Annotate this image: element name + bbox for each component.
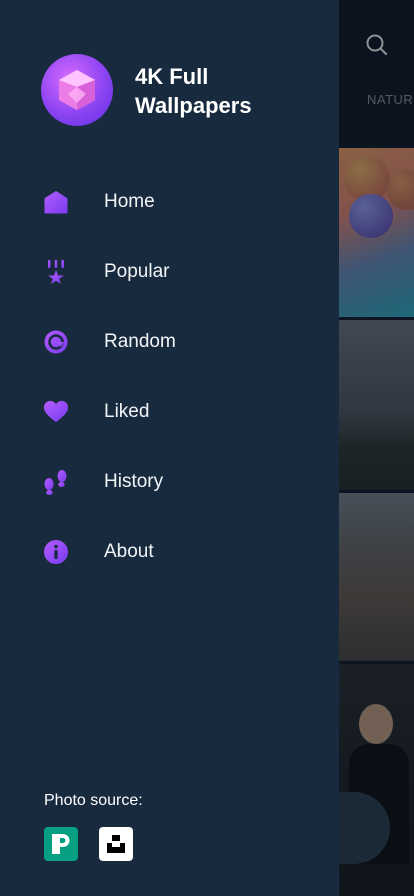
drawer-menu: Home Popular Random Liked History About bbox=[0, 167, 339, 587]
pexels-link[interactable] bbox=[44, 827, 78, 861]
menu-item-popular[interactable]: Popular bbox=[0, 237, 339, 307]
menu-item-history[interactable]: History bbox=[0, 447, 339, 517]
menu-item-label: About bbox=[104, 541, 154, 562]
unsplash-icon bbox=[107, 835, 125, 853]
footprints-icon bbox=[44, 470, 68, 495]
drawer-scrim[interactable] bbox=[339, 0, 414, 896]
navigation-drawer: 4K Full Wallpapers Home Popular Random L… bbox=[0, 0, 339, 896]
photo-source-label: Photo source: bbox=[44, 792, 143, 809]
gem-icon bbox=[59, 70, 95, 110]
menu-item-label: Random bbox=[104, 331, 176, 352]
pexels-icon bbox=[52, 834, 70, 854]
home-icon bbox=[44, 190, 68, 214]
menu-item-label: Liked bbox=[104, 401, 150, 422]
info-icon bbox=[44, 540, 68, 564]
popular-icon bbox=[44, 260, 68, 284]
menu-item-liked[interactable]: Liked bbox=[0, 377, 339, 447]
menu-item-label: History bbox=[104, 471, 164, 492]
app-logo bbox=[41, 54, 113, 126]
unsplash-link[interactable] bbox=[99, 827, 133, 861]
app-title: 4K Full Wallpapers bbox=[135, 64, 252, 118]
menu-item-label: Home bbox=[104, 191, 155, 212]
heart-icon bbox=[44, 400, 68, 424]
menu-item-label: Popular bbox=[104, 261, 170, 282]
menu-item-home[interactable]: Home bbox=[0, 167, 339, 237]
menu-item-random[interactable]: Random bbox=[0, 307, 339, 377]
menu-item-about[interactable]: About bbox=[0, 517, 339, 587]
random-icon bbox=[44, 330, 68, 354]
